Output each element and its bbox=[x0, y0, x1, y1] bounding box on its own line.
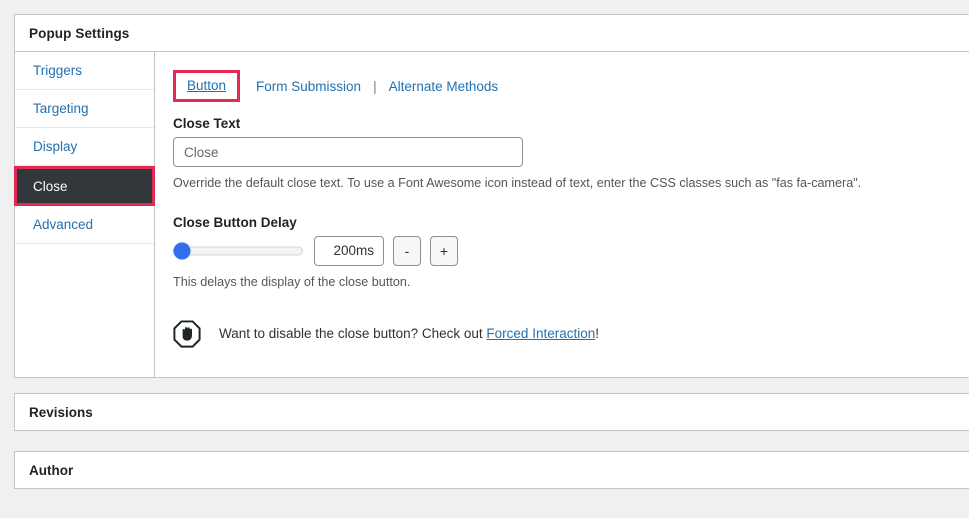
slider-thumb[interactable] bbox=[173, 242, 191, 260]
tab-form-submission[interactable]: Form Submission bbox=[256, 79, 361, 94]
author-title: Author bbox=[29, 462, 74, 478]
revisions-title: Revisions bbox=[29, 404, 93, 420]
sidebar-item-display[interactable]: Display bbox=[15, 128, 154, 166]
tab-separator: | bbox=[373, 78, 377, 94]
close-delay-label: Close Button Delay bbox=[173, 214, 297, 230]
close-delay-slider[interactable] bbox=[173, 241, 303, 261]
page-root: Popup Settings Triggers Targeting Displa… bbox=[0, 0, 969, 518]
popup-settings-header: Popup Settings bbox=[15, 15, 969, 52]
author-metabox[interactable]: Author bbox=[14, 451, 969, 489]
hand-stop-icon bbox=[173, 320, 201, 348]
notice-text-after: ! bbox=[595, 326, 599, 342]
sidebar-item-label: Display bbox=[33, 139, 78, 154]
close-text-label: Close Text bbox=[173, 116, 241, 131]
sidebar-item-label: Targeting bbox=[33, 101, 89, 116]
slider-track bbox=[173, 246, 303, 256]
sidebar-item-targeting[interactable]: Targeting bbox=[15, 90, 154, 128]
sidebar-item-label: Triggers bbox=[33, 63, 83, 78]
settings-content: Button Form Submission | Alternate Metho… bbox=[155, 52, 969, 377]
popup-settings-body: Triggers Targeting Display Close Advance… bbox=[14, 52, 969, 377]
notice-text-before: Want to disable the close button? Check … bbox=[219, 326, 487, 342]
sidebar-item-label: Close bbox=[33, 178, 68, 194]
popup-settings-metabox: Popup Settings Triggers Targeting Displa… bbox=[14, 14, 969, 378]
sidebar-item-triggers[interactable]: Triggers bbox=[15, 52, 154, 90]
sidebar-item-advanced[interactable]: Advanced bbox=[15, 206, 154, 244]
close-delay-controls: - + bbox=[173, 235, 969, 266]
close-text-input[interactable] bbox=[173, 137, 523, 167]
sidebar-item-close[interactable]: Close bbox=[14, 166, 155, 206]
close-delay-increment-button[interactable]: + bbox=[430, 235, 458, 266]
close-text-help: Override the default close text. To use … bbox=[173, 176, 862, 190]
content-tabs: Button Form Submission | Alternate Metho… bbox=[173, 68, 969, 104]
forced-interaction-link[interactable]: Forced Interaction bbox=[486, 326, 595, 341]
notice-text: Want to disable the close button? Check … bbox=[219, 326, 599, 341]
revisions-metabox[interactable]: Revisions bbox=[14, 393, 969, 431]
page-title: Popup Settings bbox=[29, 25, 130, 41]
sidebar-item-label: Advanced bbox=[33, 217, 94, 232]
tab-button[interactable]: Button bbox=[173, 69, 241, 103]
close-delay-decrement-button[interactable]: - bbox=[393, 235, 421, 266]
settings-sidebar: Triggers Targeting Display Close Advance… bbox=[14, 52, 155, 377]
close-delay-input[interactable] bbox=[314, 235, 384, 266]
close-delay-help: This delays the display of the close but… bbox=[173, 274, 411, 289]
forced-interaction-notice: Want to disable the close button? Check … bbox=[173, 320, 969, 348]
tab-alternate-methods[interactable]: Alternate Methods bbox=[389, 79, 499, 94]
